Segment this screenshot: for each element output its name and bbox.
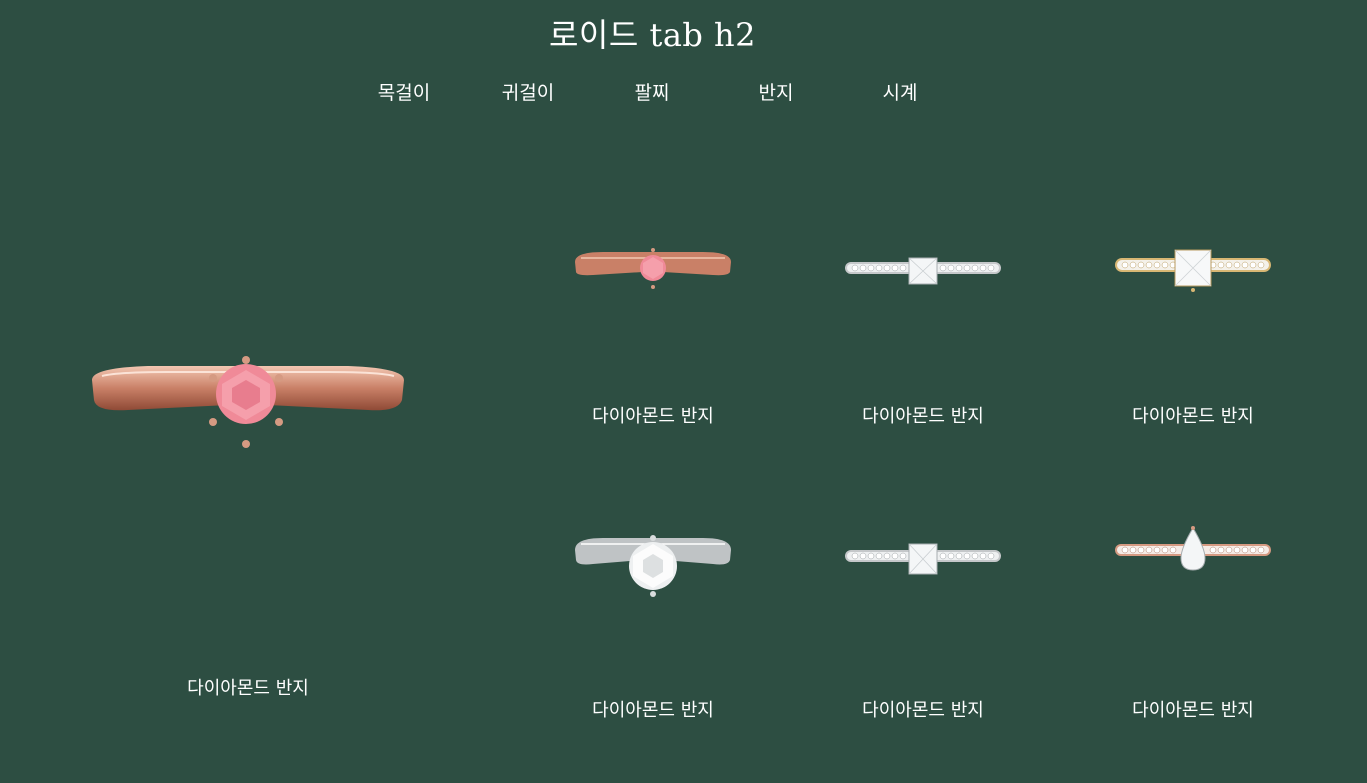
tab-watch[interactable]: 시계 bbox=[840, 78, 960, 105]
product-caption: 다이아몬드 반지 bbox=[862, 700, 984, 721]
page-title: 로이드 tab h2 bbox=[548, 16, 757, 54]
product-card[interactable]: 다이아몬드 반지 bbox=[573, 244, 733, 428]
product-caption: 다이아몬드 반지 bbox=[1132, 700, 1254, 721]
tab-bracelet[interactable]: 팔찌 bbox=[592, 78, 712, 105]
product-card[interactable]: 다이아몬드 반지 bbox=[573, 530, 733, 722]
rose-gold-pear-pave-ring-icon bbox=[1115, 526, 1271, 571]
product-card[interactable]: 다이아몬드 반지 bbox=[1113, 244, 1273, 428]
category-tabs: 목걸이 귀걸이 팔찌 반지 시계 bbox=[344, 78, 964, 108]
product-caption: 다이아몬드 반지 bbox=[1132, 406, 1254, 427]
product-caption: 다이아몬드 반지 bbox=[592, 406, 714, 427]
rose-gold-pink-solitaire-ring-icon bbox=[92, 356, 404, 448]
tab-ring[interactable]: 반지 bbox=[716, 78, 836, 105]
product-card[interactable]: 다이아몬드 반지 bbox=[843, 244, 1003, 428]
tab-necklace[interactable]: 목걸이 bbox=[344, 78, 464, 105]
white-gold-solitaire-ring-icon bbox=[575, 535, 731, 597]
featured-product-card[interactable]: 다이아몬드 반지 bbox=[88, 350, 408, 700]
white-gold-princess-pave-ring-icon bbox=[845, 543, 1001, 575]
product-caption: 다이아몬드 반지 bbox=[592, 700, 714, 721]
rose-gold-pink-solitaire-ring-icon bbox=[575, 248, 731, 289]
product-caption: 다이아몬드 반지 bbox=[187, 678, 309, 699]
product-caption: 다이아몬드 반지 bbox=[862, 406, 984, 427]
yellow-gold-princess-pave-ring-icon bbox=[1115, 249, 1271, 292]
white-gold-princess-pave-ring-icon bbox=[845, 257, 1001, 285]
tab-earrings[interactable]: 귀걸이 bbox=[468, 78, 588, 105]
product-card[interactable]: 다이아몬드 반지 bbox=[843, 530, 1003, 722]
product-card[interactable]: 다이아몬드 반지 bbox=[1113, 522, 1273, 722]
